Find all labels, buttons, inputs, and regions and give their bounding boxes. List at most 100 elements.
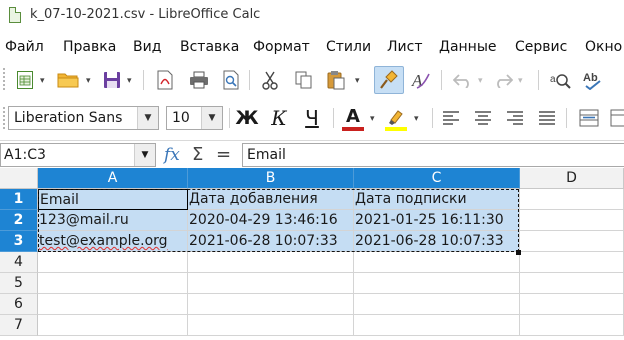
formula-bar: A1:C3 ▼ fx Σ = Email [0, 140, 624, 169]
justify-icon[interactable] [534, 105, 560, 131]
redo-icon[interactable] [490, 67, 516, 93]
find-replace-icon[interactable]: a [548, 67, 574, 93]
spreadsheet-grid[interactable]: A B C D 1 2 3 4 5 6 7 Email Дата добавле… [0, 168, 624, 340]
cell-b3[interactable]: 2021-06-28 10:07:33 [188, 231, 354, 252]
cell-d3[interactable] [520, 231, 624, 252]
menu-tools[interactable]: Сервис [515, 39, 567, 55]
cell-a1[interactable]: Email [38, 189, 188, 210]
menu-format[interactable]: Формат [253, 39, 310, 55]
italic-button[interactable]: К [266, 105, 292, 131]
column-header-b[interactable]: B [188, 168, 354, 189]
align-left-icon[interactable] [438, 105, 464, 131]
cell-a5[interactable] [38, 273, 188, 294]
cell-b1[interactable]: Дата добавления [188, 189, 354, 210]
cut-icon[interactable] [257, 67, 283, 93]
column-header-d[interactable]: D [520, 168, 624, 189]
cell-c5[interactable] [354, 273, 520, 294]
export-pdf-icon[interactable] [152, 67, 178, 93]
new-dropdown-arrow-icon[interactable]: ▾ [40, 76, 45, 86]
cell-b1-text: Дата добавления [189, 191, 318, 207]
select-all-corner[interactable] [0, 168, 38, 189]
cell-a6[interactable] [38, 294, 188, 315]
cell-c3[interactable]: 2021-06-28 10:07:33 [354, 231, 520, 252]
cell-b7[interactable] [188, 315, 354, 336]
cell-b5[interactable] [188, 273, 354, 294]
row-header-7[interactable]: 7 [0, 315, 38, 336]
print-preview-icon[interactable] [218, 67, 244, 93]
align-right-icon[interactable] [502, 105, 528, 131]
row-header-4[interactable]: 4 [0, 252, 38, 273]
cell-d4[interactable] [520, 252, 624, 273]
cell-d2[interactable] [520, 210, 624, 231]
paste-dropdown-arrow-icon[interactable]: ▾ [355, 76, 360, 86]
cell-a4[interactable] [38, 252, 188, 273]
toolbar-separator [432, 108, 433, 128]
menu-view[interactable]: Вид [133, 39, 161, 55]
formula-input[interactable]: Email [242, 143, 624, 167]
print-icon[interactable] [186, 67, 212, 93]
redo-dropdown-arrow-icon[interactable]: ▾ [518, 76, 523, 86]
chevron-down-icon[interactable]: ▼ [134, 144, 155, 166]
font-color-dropdown-arrow-icon[interactable]: ▾ [370, 114, 375, 124]
cell-c1[interactable]: Дата подписки [354, 189, 520, 210]
menu-window[interactable]: Окно [585, 39, 622, 55]
toolbar-grip[interactable] [3, 68, 8, 90]
cell-c4[interactable] [354, 252, 520, 273]
menu-sheet[interactable]: Лист [387, 39, 422, 55]
menu-data[interactable]: Данные [439, 39, 497, 55]
column-header-a[interactable]: A [38, 168, 188, 189]
cell-a2[interactable]: 123@mail.ru [38, 210, 188, 231]
name-box[interactable]: A1:C3 ▼ [0, 143, 156, 167]
save-icon[interactable] [99, 67, 125, 93]
undo-icon[interactable] [450, 67, 476, 93]
cell-b4[interactable] [188, 252, 354, 273]
row-header-6[interactable]: 6 [0, 294, 38, 315]
font-name-combobox[interactable]: Liberation Sans ▼ [8, 106, 159, 130]
highlight-dropdown-arrow-icon[interactable]: ▾ [414, 114, 419, 124]
open-dropdown-arrow-icon[interactable]: ▾ [86, 76, 91, 86]
chevron-down-icon[interactable]: ▼ [137, 107, 158, 129]
cell-c6[interactable] [354, 294, 520, 315]
paste-icon[interactable] [323, 67, 349, 93]
cell-d7[interactable] [520, 315, 624, 336]
toolbar-separator [333, 108, 334, 128]
chevron-down-icon[interactable]: ▼ [201, 107, 222, 129]
cell-d5[interactable] [520, 273, 624, 294]
cell-b2[interactable]: 2020-04-29 13:46:16 [188, 210, 354, 231]
copy-icon[interactable] [291, 67, 317, 93]
underline-button[interactable]: Ч [299, 105, 325, 131]
cell-d1[interactable] [520, 189, 624, 210]
cell-c1-text: Дата подписки [355, 191, 467, 207]
open-folder-icon[interactable] [55, 67, 81, 93]
row-header-3[interactable]: 3 [0, 231, 38, 252]
cell-c7[interactable] [354, 315, 520, 336]
sum-button[interactable]: Σ [192, 144, 203, 165]
menu-file[interactable]: Файл [5, 39, 44, 55]
cell-c2[interactable]: 2021-01-25 16:11:30 [354, 210, 520, 231]
autofill-handle[interactable] [516, 250, 521, 255]
merge-cells-icon[interactable] [606, 105, 624, 131]
formula-button[interactable]: = [216, 144, 231, 165]
menu-edit[interactable]: Правка [63, 39, 116, 55]
cell-a7[interactable] [38, 315, 188, 336]
save-dropdown-arrow-icon[interactable]: ▾ [127, 76, 132, 86]
cell-b6[interactable] [188, 294, 354, 315]
undo-dropdown-arrow-icon[interactable]: ▾ [478, 76, 483, 86]
menu-styles[interactable]: Стили [326, 39, 371, 55]
cell-d6[interactable] [520, 294, 624, 315]
row-header-2[interactable]: 2 [0, 210, 38, 231]
column-header-c[interactable]: C [354, 168, 520, 189]
font-size-combobox[interactable]: 10 ▼ [166, 106, 223, 130]
align-center-icon[interactable] [470, 105, 496, 131]
menu-insert[interactable]: Вставка [180, 39, 239, 55]
clone-formatting-icon[interactable] [374, 66, 404, 94]
bold-button[interactable]: Ж [234, 105, 260, 131]
cell-a3[interactable]: test@example.org [38, 231, 188, 252]
row-header-5[interactable]: 5 [0, 273, 38, 294]
spelling-icon[interactable]: Ab [580, 67, 606, 93]
function-wizard-button[interactable]: fx [164, 145, 180, 165]
clear-formatting-icon[interactable]: A [408, 67, 434, 93]
wrap-text-icon[interactable] [576, 105, 602, 131]
new-spreadsheet-icon[interactable] [12, 67, 38, 93]
row-header-1[interactable]: 1 [0, 189, 38, 210]
